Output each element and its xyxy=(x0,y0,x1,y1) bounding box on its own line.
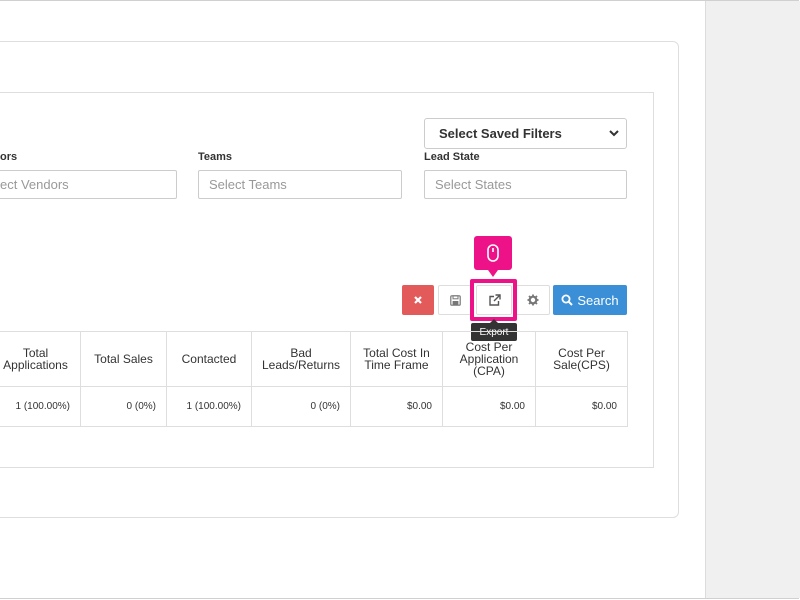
table-cell: $0.00 xyxy=(442,386,536,427)
teams-label: Teams xyxy=(198,151,233,163)
column-header: Total Cost In Time Frame xyxy=(350,331,443,387)
right-gutter xyxy=(705,1,800,598)
mouse-icon xyxy=(487,244,499,262)
table-cell: 1 (100.00%) xyxy=(0,386,81,427)
vendors-label: ors xyxy=(0,151,18,163)
export-highlight xyxy=(470,279,517,321)
column-header: Cost Per Sale(CPS) xyxy=(535,331,628,387)
column-header: Cost Per Application (CPA) xyxy=(442,331,536,387)
column-header: Contacted xyxy=(166,331,252,387)
lead-state-placeholder: Select States xyxy=(435,177,512,192)
teams-input[interactable]: Select Teams xyxy=(198,170,402,199)
column-header: Bad Leads/Returns xyxy=(251,331,351,387)
column-header: Total Applications xyxy=(0,331,81,387)
search-button-label: Search xyxy=(577,292,619,308)
column-header: Total Sales xyxy=(80,331,167,387)
save-filter-button[interactable] xyxy=(438,285,472,315)
teams-placeholder: Select Teams xyxy=(209,177,287,192)
report-table: Total Applications Total Sales Contacted… xyxy=(0,331,628,427)
saved-filters-label: Select Saved Filters xyxy=(439,126,562,141)
saved-filters-select[interactable]: Select Saved Filters xyxy=(424,118,627,149)
floppy-disk-icon xyxy=(449,294,461,306)
table-header-row: Total Applications Total Sales Contacted… xyxy=(0,331,628,387)
vendors-input[interactable]: ect Vendors xyxy=(0,170,177,199)
table-row: 1 (100.00%) 0 (0%) 1 (100.00%) 0 (0%) $0… xyxy=(0,386,628,427)
settings-button[interactable] xyxy=(515,285,550,315)
close-icon xyxy=(414,296,422,304)
table-cell: $0.00 xyxy=(535,386,628,427)
lead-state-input[interactable]: Select States xyxy=(424,170,627,199)
table-cell: 1 (100.00%) xyxy=(166,386,252,427)
chevron-down-icon xyxy=(609,130,619,137)
search-icon xyxy=(561,294,574,306)
vendors-placeholder: ect Vendors xyxy=(0,177,69,192)
search-button[interactable]: Search xyxy=(553,285,627,315)
clear-filters-button[interactable] xyxy=(402,285,434,315)
table-cell: 0 (0%) xyxy=(80,386,167,427)
click-indicator xyxy=(474,236,512,277)
table-cell: $0.00 xyxy=(350,386,443,427)
table-cell: 0 (0%) xyxy=(251,386,351,427)
lead-state-label: Lead State xyxy=(424,151,480,163)
gear-icon xyxy=(527,294,538,306)
